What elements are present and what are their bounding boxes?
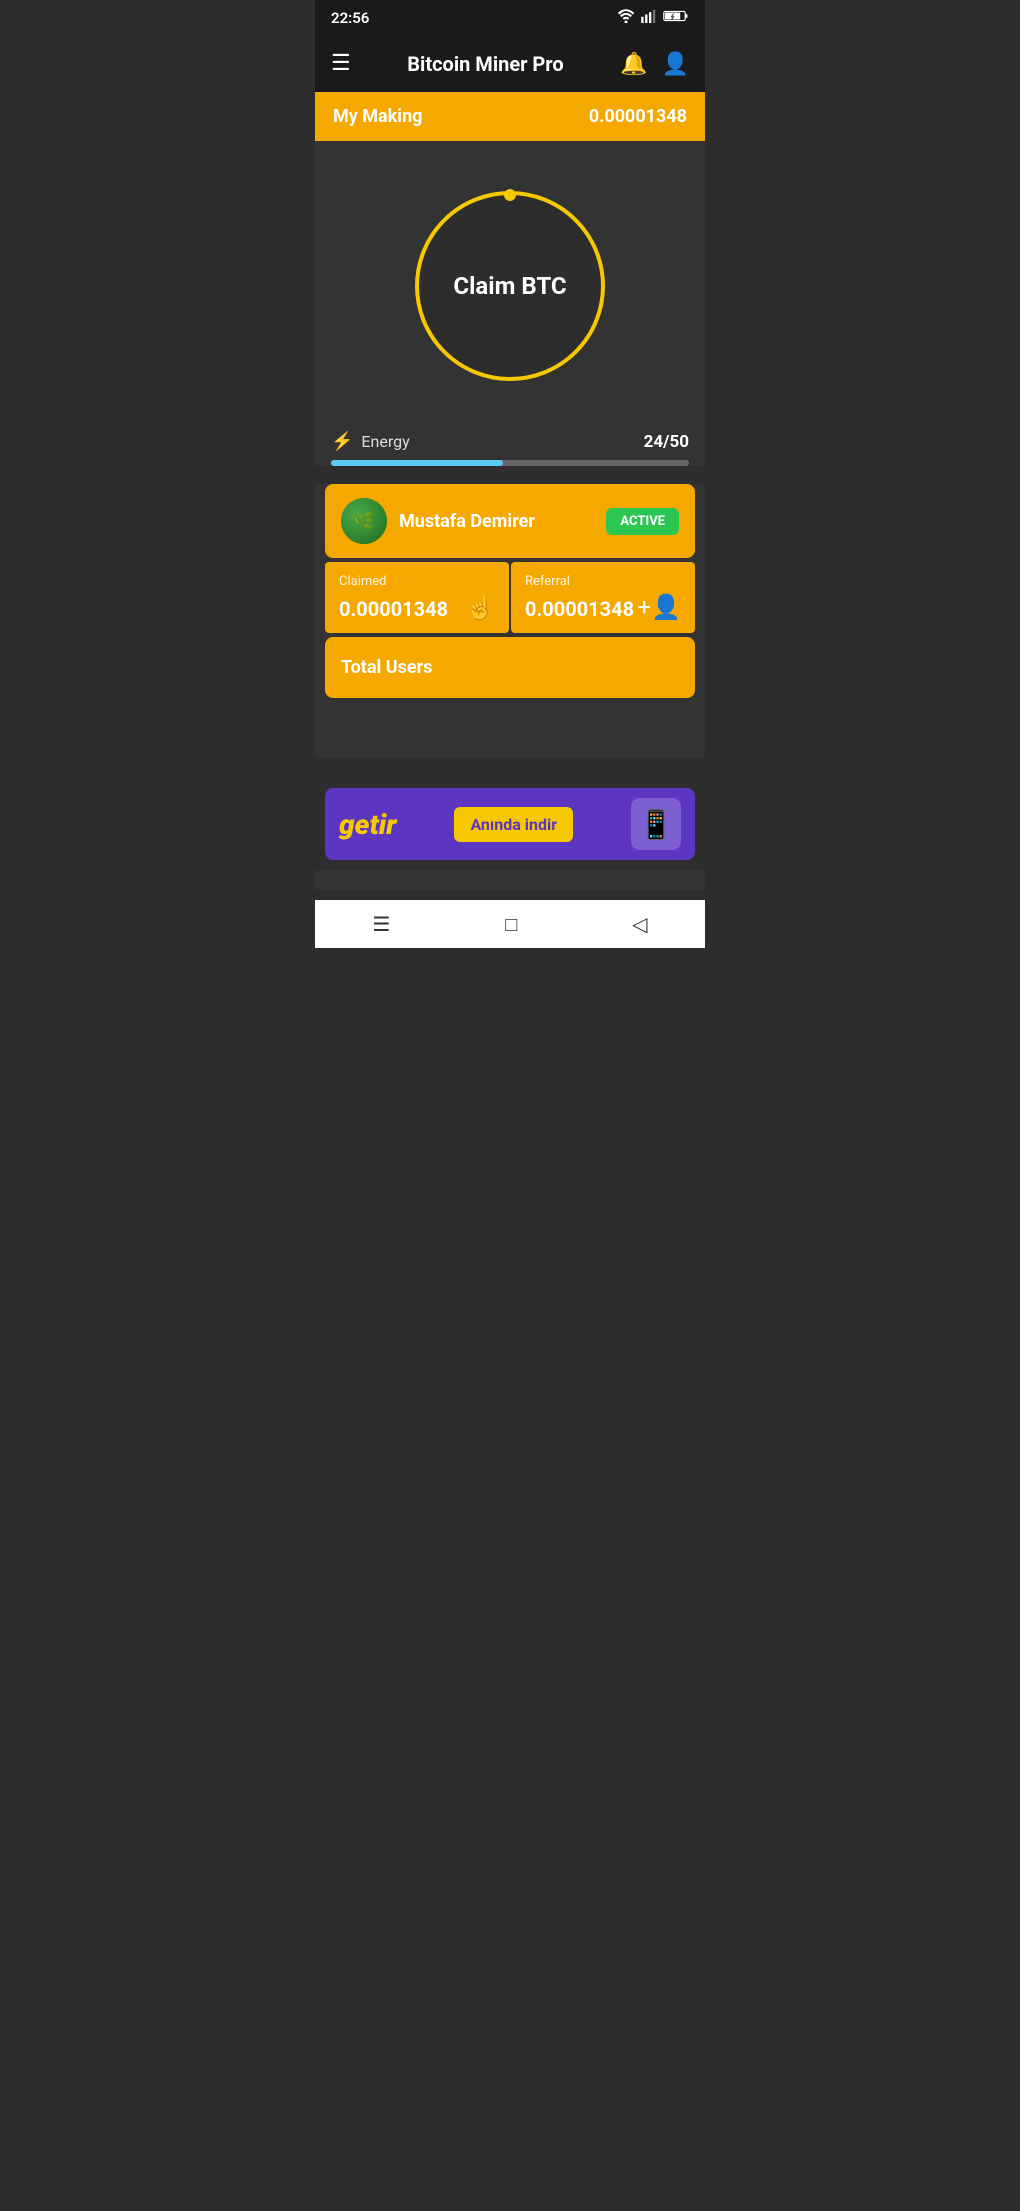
app-title: Bitcoin Miner Pro <box>363 52 608 76</box>
user-card-left: 🌿 Mustafa Demirer <box>341 498 535 544</box>
energy-bar-background <box>331 460 689 466</box>
claimed-value: 0.00001348 <box>339 597 448 621</box>
total-users-card: Total Users <box>325 637 695 698</box>
spacer <box>315 698 705 758</box>
hamburger-icon[interactable]: ☰ <box>331 53 351 75</box>
cards-section: 🌿 Mustafa Demirer ACTIVE Claimed 0.00001… <box>315 484 705 698</box>
energy-value: 24/50 <box>644 432 689 452</box>
referral-value: 0.00001348 <box>525 597 634 621</box>
ad-banner[interactable]: getir Anında indir 📱 <box>325 788 695 860</box>
main-content: Claim BTC <box>315 141 705 421</box>
avatar-inner: 🌿 <box>341 498 387 544</box>
lightning-icon: ⚡ <box>331 431 353 452</box>
my-making-value: 0.00001348 <box>589 106 687 127</box>
claimed-label: Claimed <box>339 574 495 589</box>
energy-label: Energy <box>361 432 409 451</box>
user-card: 🌿 Mustafa Demirer ACTIVE <box>325 484 695 558</box>
ad-phone-graphic: 📱 <box>631 798 681 850</box>
bottom-menu-icon[interactable]: ☰ <box>372 912 390 936</box>
claim-btc-button[interactable]: Claim BTC <box>415 191 605 381</box>
status-bar: 22:56 <box>315 0 705 36</box>
total-users-label: Total Users <box>341 657 432 678</box>
bell-icon[interactable]: 🔔 <box>620 52 647 77</box>
referral-label: Referral <box>525 574 681 589</box>
user-name: Mustafa Demirer <box>399 511 535 532</box>
wifi-icon <box>617 9 635 27</box>
ad-brand: getir <box>339 808 397 841</box>
referral-card: Referral 0.00001348 +👤 <box>511 562 695 633</box>
bottom-back-icon[interactable]: ◁ <box>632 912 647 936</box>
top-nav: ☰ Bitcoin Miner Pro 🔔 👤 <box>315 36 705 92</box>
stats-row: Claimed 0.00001348 ☝ Referral 0.00001348… <box>325 562 695 633</box>
active-badge: ACTIVE <box>606 508 679 535</box>
add-person-icon[interactable]: +👤 <box>638 593 682 621</box>
ad-cta-button[interactable]: Anında indir <box>454 807 573 842</box>
claim-btc-label: Claim BTC <box>453 272 566 300</box>
referral-inner: 0.00001348 +👤 <box>525 593 681 621</box>
bottom-nav: ☰ □ ◁ <box>315 900 705 948</box>
my-making-label: My Making <box>333 106 422 127</box>
bottom-spacer <box>315 870 705 890</box>
status-time: 22:56 <box>331 9 369 27</box>
profile-icon[interactable]: 👤 <box>662 52 689 77</box>
touch-icon: ☝ <box>465 593 495 621</box>
claimed-card: Claimed 0.00001348 ☝ <box>325 562 509 633</box>
energy-left: ⚡ Energy <box>331 431 410 452</box>
energy-row: ⚡ Energy 24/50 <box>331 431 689 452</box>
status-icons <box>617 9 689 27</box>
circle-dot <box>504 189 516 201</box>
my-making-banner: My Making 0.00001348 <box>315 92 705 141</box>
nav-actions: 🔔 👤 <box>620 52 689 77</box>
claimed-inner: 0.00001348 ☝ <box>339 593 495 621</box>
energy-bar-fill <box>331 460 503 466</box>
signal-icon <box>641 9 657 27</box>
claim-btc-wrapper: Claim BTC <box>331 161 689 401</box>
energy-section: ⚡ Energy 24/50 <box>315 421 705 466</box>
bottom-home-icon[interactable]: □ <box>505 912 517 937</box>
user-avatar: 🌿 <box>341 498 387 544</box>
battery-icon <box>663 9 689 27</box>
